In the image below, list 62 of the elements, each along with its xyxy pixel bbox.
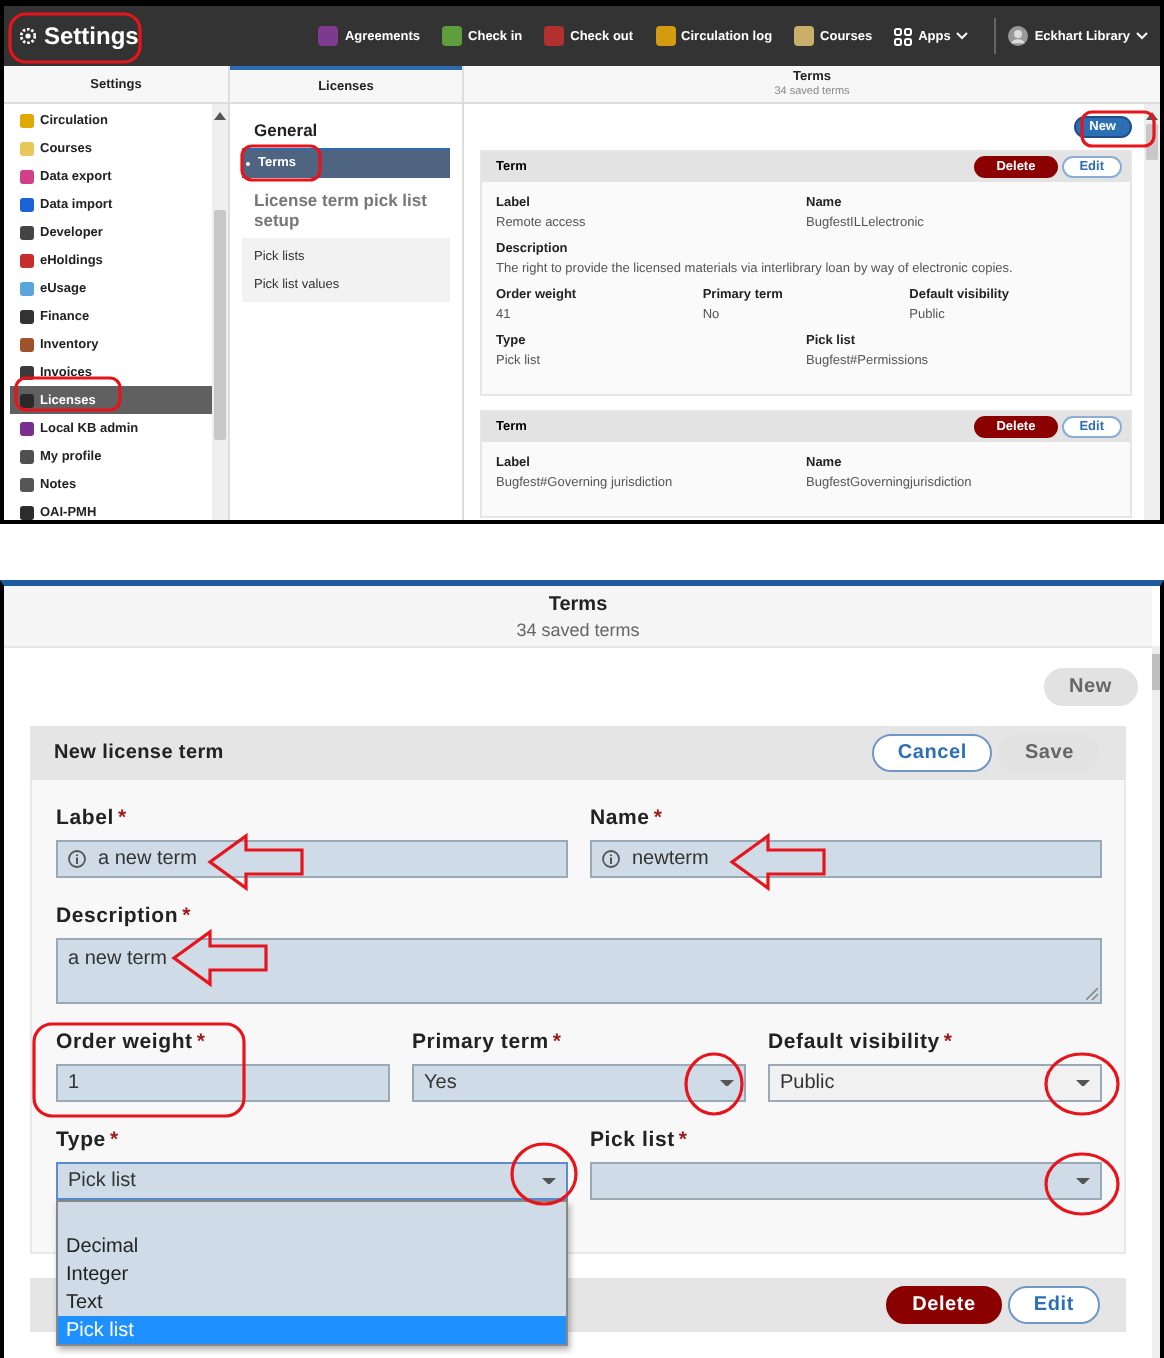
scrollbar[interactable] xyxy=(1152,646,1160,1358)
dropdown-option[interactable]: Decimal xyxy=(58,1232,566,1260)
chevron-icon xyxy=(1136,32,1148,40)
required-mark: * xyxy=(117,806,127,830)
caret-icon xyxy=(542,1177,556,1185)
caret-icon xyxy=(1076,1177,1090,1185)
highlight-box xyxy=(8,12,142,64)
info-icon xyxy=(68,850,86,868)
select-field[interactable]: Yes xyxy=(412,1064,746,1102)
input-field[interactable]: newterm xyxy=(590,840,1102,878)
gear-icon xyxy=(20,28,36,44)
required-mark: * xyxy=(109,1128,119,1152)
form-title: New license term xyxy=(54,742,226,764)
app-title[interactable]: Settings xyxy=(12,22,147,50)
section-heading: License term pick list setup xyxy=(254,190,429,230)
select-field[interactable]: Public xyxy=(768,1064,1102,1102)
field-label: Default visibility xyxy=(768,1030,940,1054)
highlight-circle xyxy=(510,1142,578,1206)
input-field[interactable]: 1 xyxy=(56,1064,390,1102)
edit-button[interactable]: Edit xyxy=(1007,1286,1100,1324)
required-mark: * xyxy=(182,904,191,928)
pointer-arrow xyxy=(729,832,826,892)
scroll-up-icon xyxy=(214,112,226,120)
highlight-box xyxy=(1080,110,1156,148)
cancel-button[interactable]: Cancel xyxy=(871,734,993,772)
required-mark: * xyxy=(552,1030,562,1054)
scrollbar[interactable] xyxy=(212,104,228,520)
field-label: Description xyxy=(56,904,179,928)
chevron-icon xyxy=(956,32,969,40)
caret-icon xyxy=(1076,1079,1090,1087)
pointer-arrow xyxy=(171,928,268,988)
field-label: Type xyxy=(56,1128,106,1152)
highlight-box xyxy=(14,376,122,412)
field-label: Name xyxy=(590,806,650,830)
highlight-box xyxy=(240,144,322,182)
grid-icon xyxy=(894,27,913,45)
pane-title: Terms xyxy=(548,593,608,615)
pane-subtitle: 34 saved terms xyxy=(516,619,640,639)
input-field[interactable]: a new term xyxy=(56,840,568,878)
required-mark: * xyxy=(943,1030,953,1054)
required-mark: * xyxy=(196,1030,206,1054)
section-heading: General xyxy=(254,120,320,140)
dropdown-option[interactable]: Text xyxy=(58,1288,566,1316)
text-area[interactable]: a new term xyxy=(56,938,1102,1004)
required-mark: * xyxy=(653,806,663,830)
info-icon xyxy=(602,850,620,868)
dropdown-option[interactable]: Integer xyxy=(58,1260,566,1288)
caret-icon xyxy=(720,1079,734,1087)
resize-grip-icon xyxy=(1086,988,1098,1000)
avatar-icon xyxy=(1008,26,1029,46)
field-label: Primary term xyxy=(412,1030,549,1054)
delete-button[interactable]: Delete xyxy=(886,1286,1002,1324)
pointer-arrow xyxy=(207,832,304,892)
scrollbar[interactable] xyxy=(1144,104,1160,520)
required-mark: * xyxy=(678,1128,688,1152)
field-label: Order weight xyxy=(56,1030,193,1054)
scroll-up-icon xyxy=(1146,112,1158,120)
highlight-circle xyxy=(684,1052,744,1116)
field-label: Label xyxy=(56,806,114,830)
field-label: Pick list xyxy=(590,1128,675,1152)
highlight-circle xyxy=(1044,1052,1120,1116)
highlight-circle xyxy=(1044,1152,1120,1216)
